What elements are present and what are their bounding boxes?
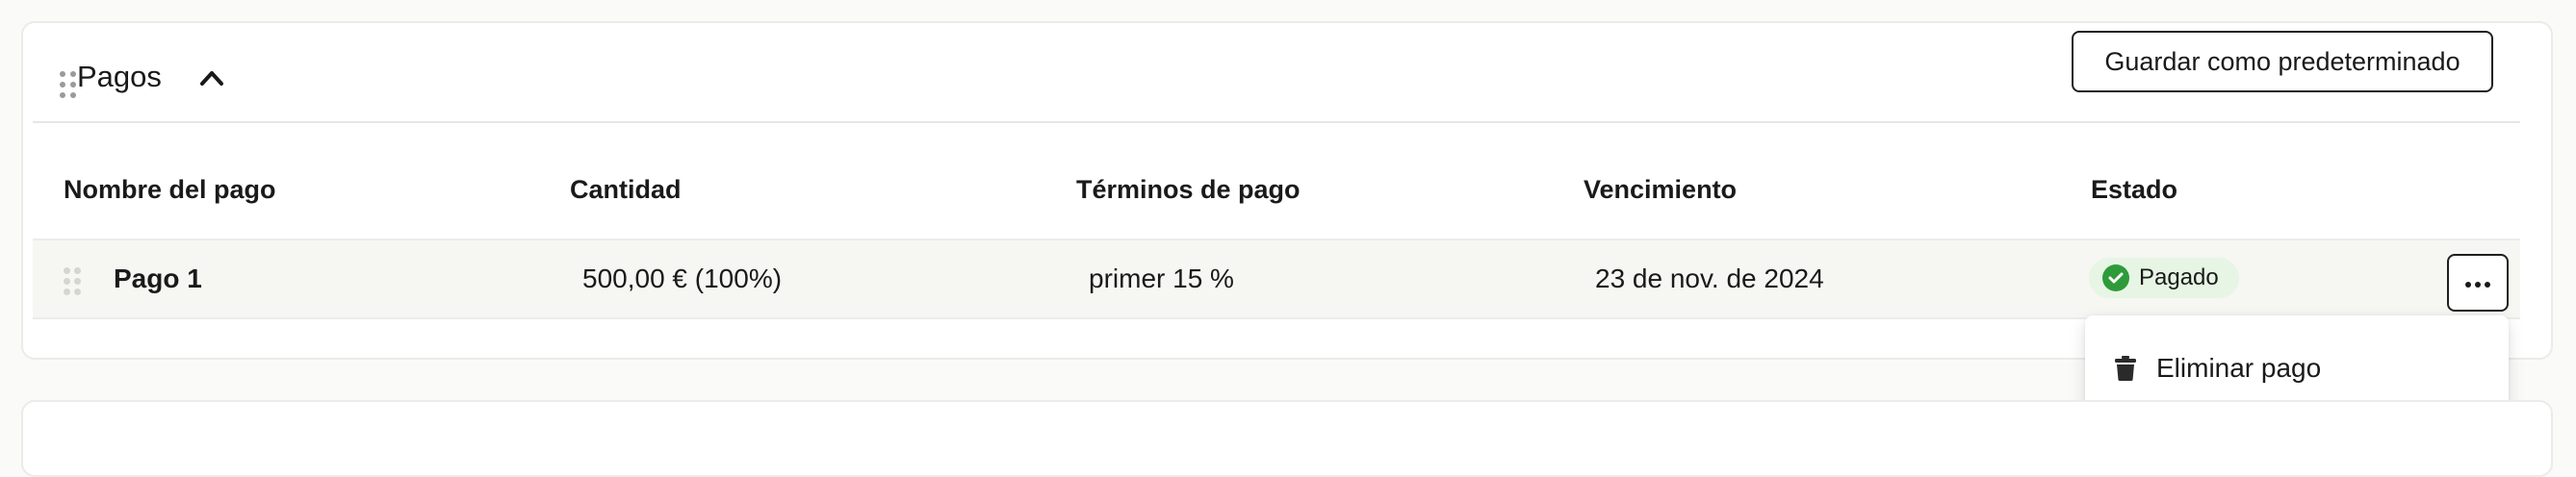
- check-circle-icon: [2102, 264, 2129, 291]
- column-header-due: Vencimiento: [1584, 175, 1738, 204]
- column-header-status: Estado: [2091, 175, 2178, 204]
- status-label: Pagado: [2139, 264, 2219, 290]
- next-section-card: [21, 400, 2553, 477]
- section-title: Pagos: [77, 60, 162, 93]
- payment-terms: primer 15 %: [1089, 264, 1234, 293]
- column-header-amount: Cantidad: [570, 175, 682, 204]
- more-horizontal-icon: [2463, 276, 2492, 290]
- column-header-name: Nombre del pago: [64, 175, 276, 204]
- row-drag-handle-icon[interactable]: [64, 267, 81, 295]
- row-more-actions-button[interactable]: [2447, 254, 2509, 312]
- menu-item-label: Eliminar pago: [2156, 353, 2322, 383]
- trash-icon: [2115, 356, 2136, 381]
- payment-name: Pago 1: [114, 264, 202, 293]
- column-header-terms: Términos de pago: [1076, 175, 1301, 204]
- payment-due-date: 23 de nov. de 2024: [1595, 264, 1824, 293]
- chevron-up-icon[interactable]: [198, 67, 225, 88]
- divider: [33, 121, 2520, 123]
- section-drag-handle-icon[interactable]: [60, 71, 76, 98]
- payment-amount: 500,00 € (100%): [582, 264, 783, 293]
- status-badge: Pagado: [2089, 258, 2239, 298]
- save-as-default-button[interactable]: Guardar como predeterminado: [2072, 31, 2493, 92]
